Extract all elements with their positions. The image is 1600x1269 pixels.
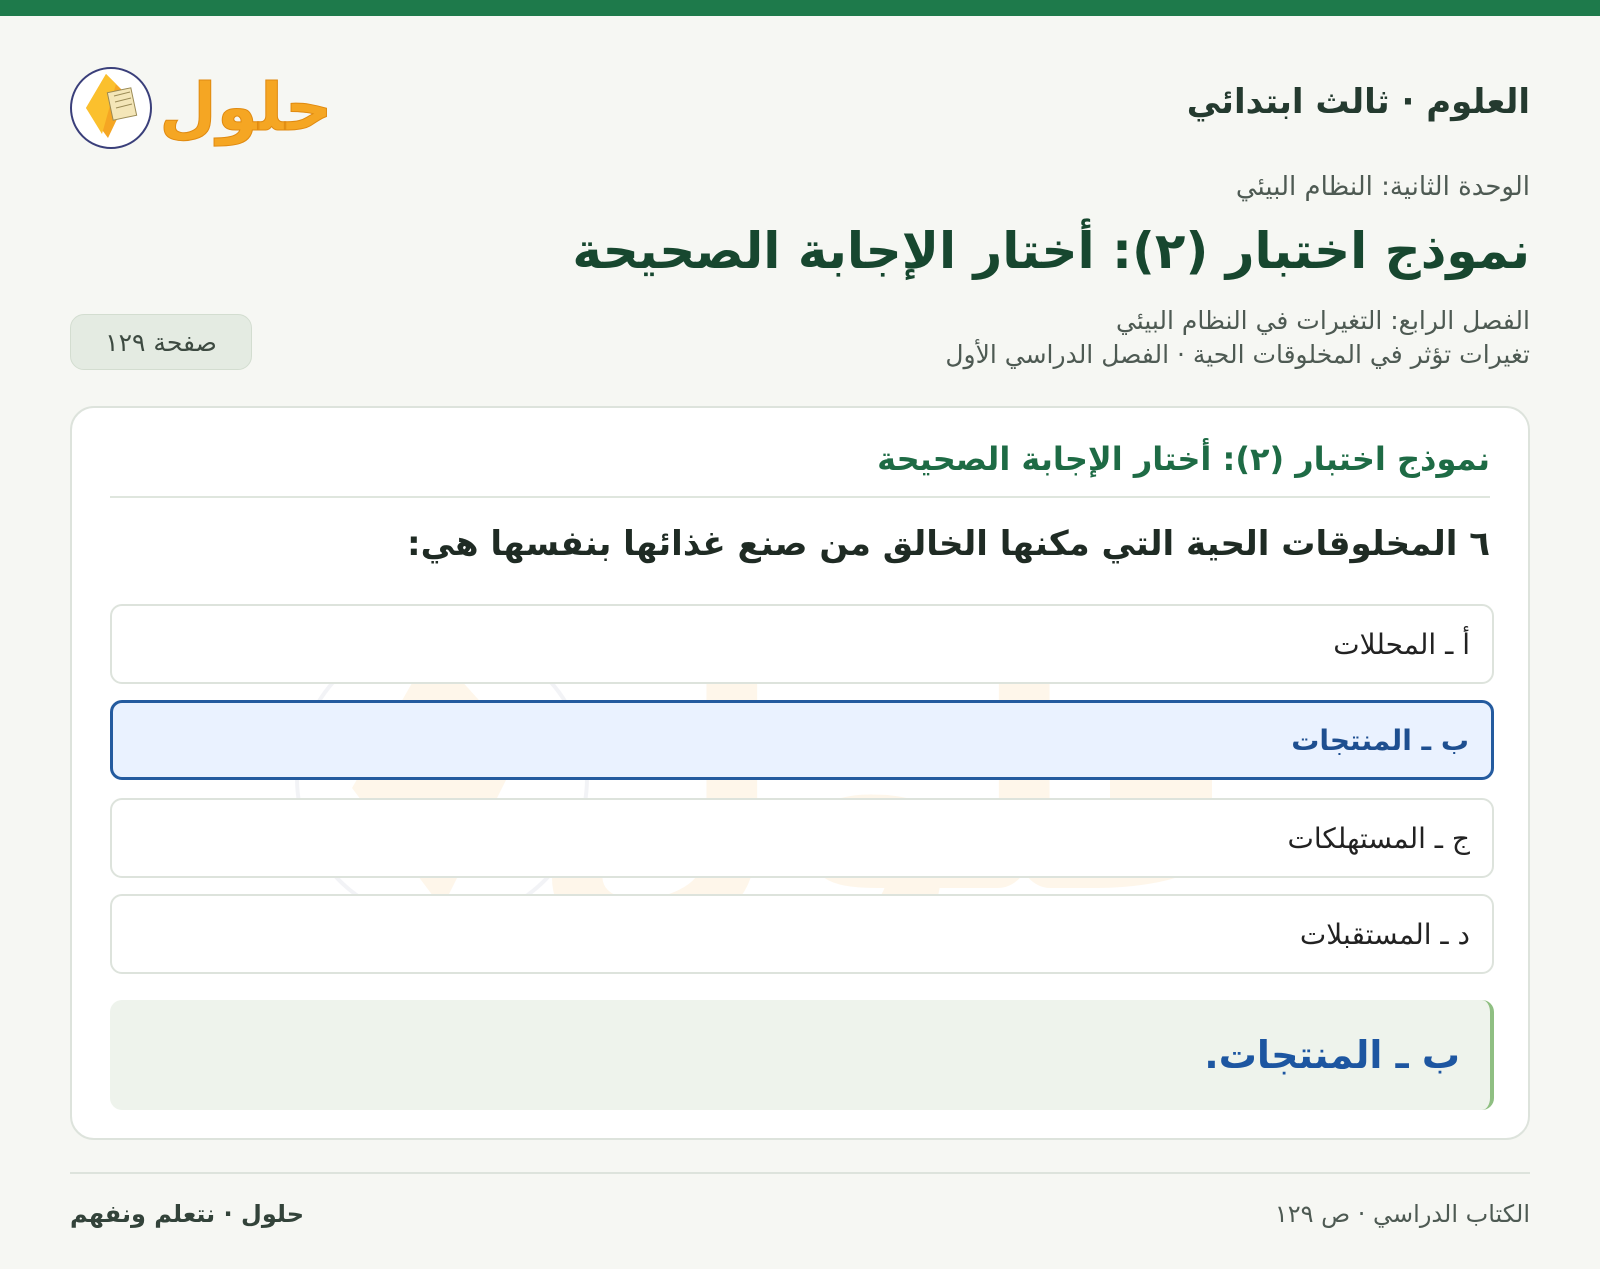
divider: [110, 496, 1490, 498]
option-d[interactable]: د ـ المستقبلات: [110, 894, 1494, 974]
page-badge: صفحة ١٢٩: [70, 314, 252, 370]
question-text: ٦ المخلوقات الحية التي مكنها الخالق من ص…: [407, 524, 1490, 564]
page-title: نموذج اختبار (٢): أختار الإجابة الصحيحة: [572, 222, 1530, 280]
option-b[interactable]: ب ـ المنتجات: [110, 700, 1494, 780]
footer-divider: [70, 1172, 1530, 1174]
footer-book-ref: الكتاب الدراسي · ص ١٢٩: [1274, 1200, 1530, 1228]
subject-title: العلوم · ثالث ابتدائي: [1186, 82, 1530, 122]
question-card: حلول نموذج اختبار (٢): أختار الإجابة الص…: [70, 406, 1530, 1140]
header: العلوم · ثالث ابتدائي حلول: [70, 50, 1530, 160]
option-a[interactable]: أ ـ المحللات: [110, 604, 1494, 684]
option-c[interactable]: ج ـ المستهلكات: [110, 798, 1494, 878]
option-label: أ ـ المحللات: [1333, 627, 1470, 661]
option-label: ب ـ المنتجات: [1291, 723, 1469, 757]
option-label: ج ـ المستهلكات: [1287, 821, 1470, 855]
answer-box: ب ـ المنتجات.: [110, 1000, 1494, 1110]
card-title: نموذج اختبار (٢): أختار الإجابة الصحيحة: [877, 440, 1490, 478]
lesson-label: تغيرات تؤثر في المخلوقات الحية · الفصل ا…: [945, 340, 1530, 369]
footer-brand: حلول · نتعلم ونفهم: [70, 1200, 304, 1228]
chapter-label: الفصل الرابع: التغيرات في النظام البيئي: [1115, 306, 1530, 335]
unit-label: الوحدة الثانية: النظام البيئي: [1235, 172, 1530, 202]
top-bar: [0, 0, 1600, 16]
answer-text: ب ـ المنتجات.: [1204, 1033, 1460, 1077]
logo[interactable]: حلول: [70, 50, 330, 160]
option-label: د ـ المستقبلات: [1299, 917, 1470, 951]
book-icon: [70, 67, 152, 149]
logo-text: حلول: [159, 69, 330, 147]
